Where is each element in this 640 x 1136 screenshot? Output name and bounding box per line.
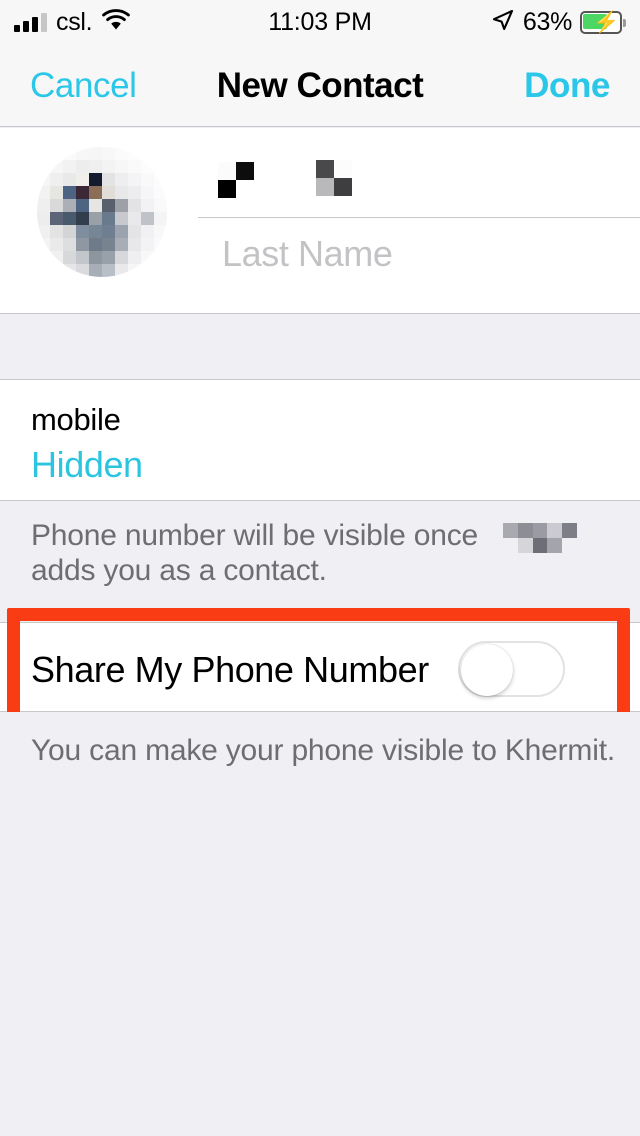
section-gap [0, 313, 640, 380]
share-phone-number-row[interactable]: Share My Phone Number [0, 622, 640, 712]
phone-section-footer: Phone number will be visible once adds y… [0, 500, 640, 610]
first-name-redaction-block [218, 162, 254, 198]
share-phone-number-label: Share My Phone Number [31, 649, 429, 690]
avatar[interactable] [37, 147, 167, 277]
first-name-field[interactable] [198, 156, 608, 206]
battery-percent-label: 63% [522, 8, 572, 36]
last-name-input[interactable]: Last Name [222, 233, 393, 275]
iphone-screen: csl. 11:03 PM 63% ⚡ Cancel New Contact D… [0, 0, 640, 1136]
navigation-bar: Cancel New Contact Done [0, 45, 640, 127]
status-bar: csl. 11:03 PM 63% ⚡ [0, 0, 640, 45]
phone-footer-line2: adds you as a contact. [31, 554, 327, 587]
first-name-redaction-block-2 [316, 160, 352, 196]
contact-header-section: Last Name [0, 128, 640, 313]
cancel-button[interactable]: Cancel [30, 66, 137, 106]
location-arrow-icon [491, 8, 515, 37]
share-footer-text: You can make your phone visible to Kherm… [31, 734, 615, 767]
footer-name-redaction-block [503, 523, 577, 553]
share-phone-number-toggle[interactable] [458, 641, 565, 697]
status-bar-right: 63% ⚡ [491, 0, 626, 45]
status-bar-clock: 11:03 PM [268, 8, 372, 36]
toggle-knob [461, 644, 513, 696]
battery-charging-icon: ⚡ [580, 11, 626, 34]
phone-section[interactable]: mobile Hidden [0, 380, 640, 500]
share-section-footer: You can make your phone visible to Kherm… [0, 712, 640, 1136]
phone-footer-line1: Phone number will be visible once [31, 519, 478, 552]
name-field-divider [198, 217, 640, 218]
avatar-pixelated-photo [37, 147, 167, 277]
done-button[interactable]: Done [524, 66, 610, 106]
phone-label: mobile [31, 402, 121, 437]
phone-value[interactable]: Hidden [31, 444, 143, 486]
